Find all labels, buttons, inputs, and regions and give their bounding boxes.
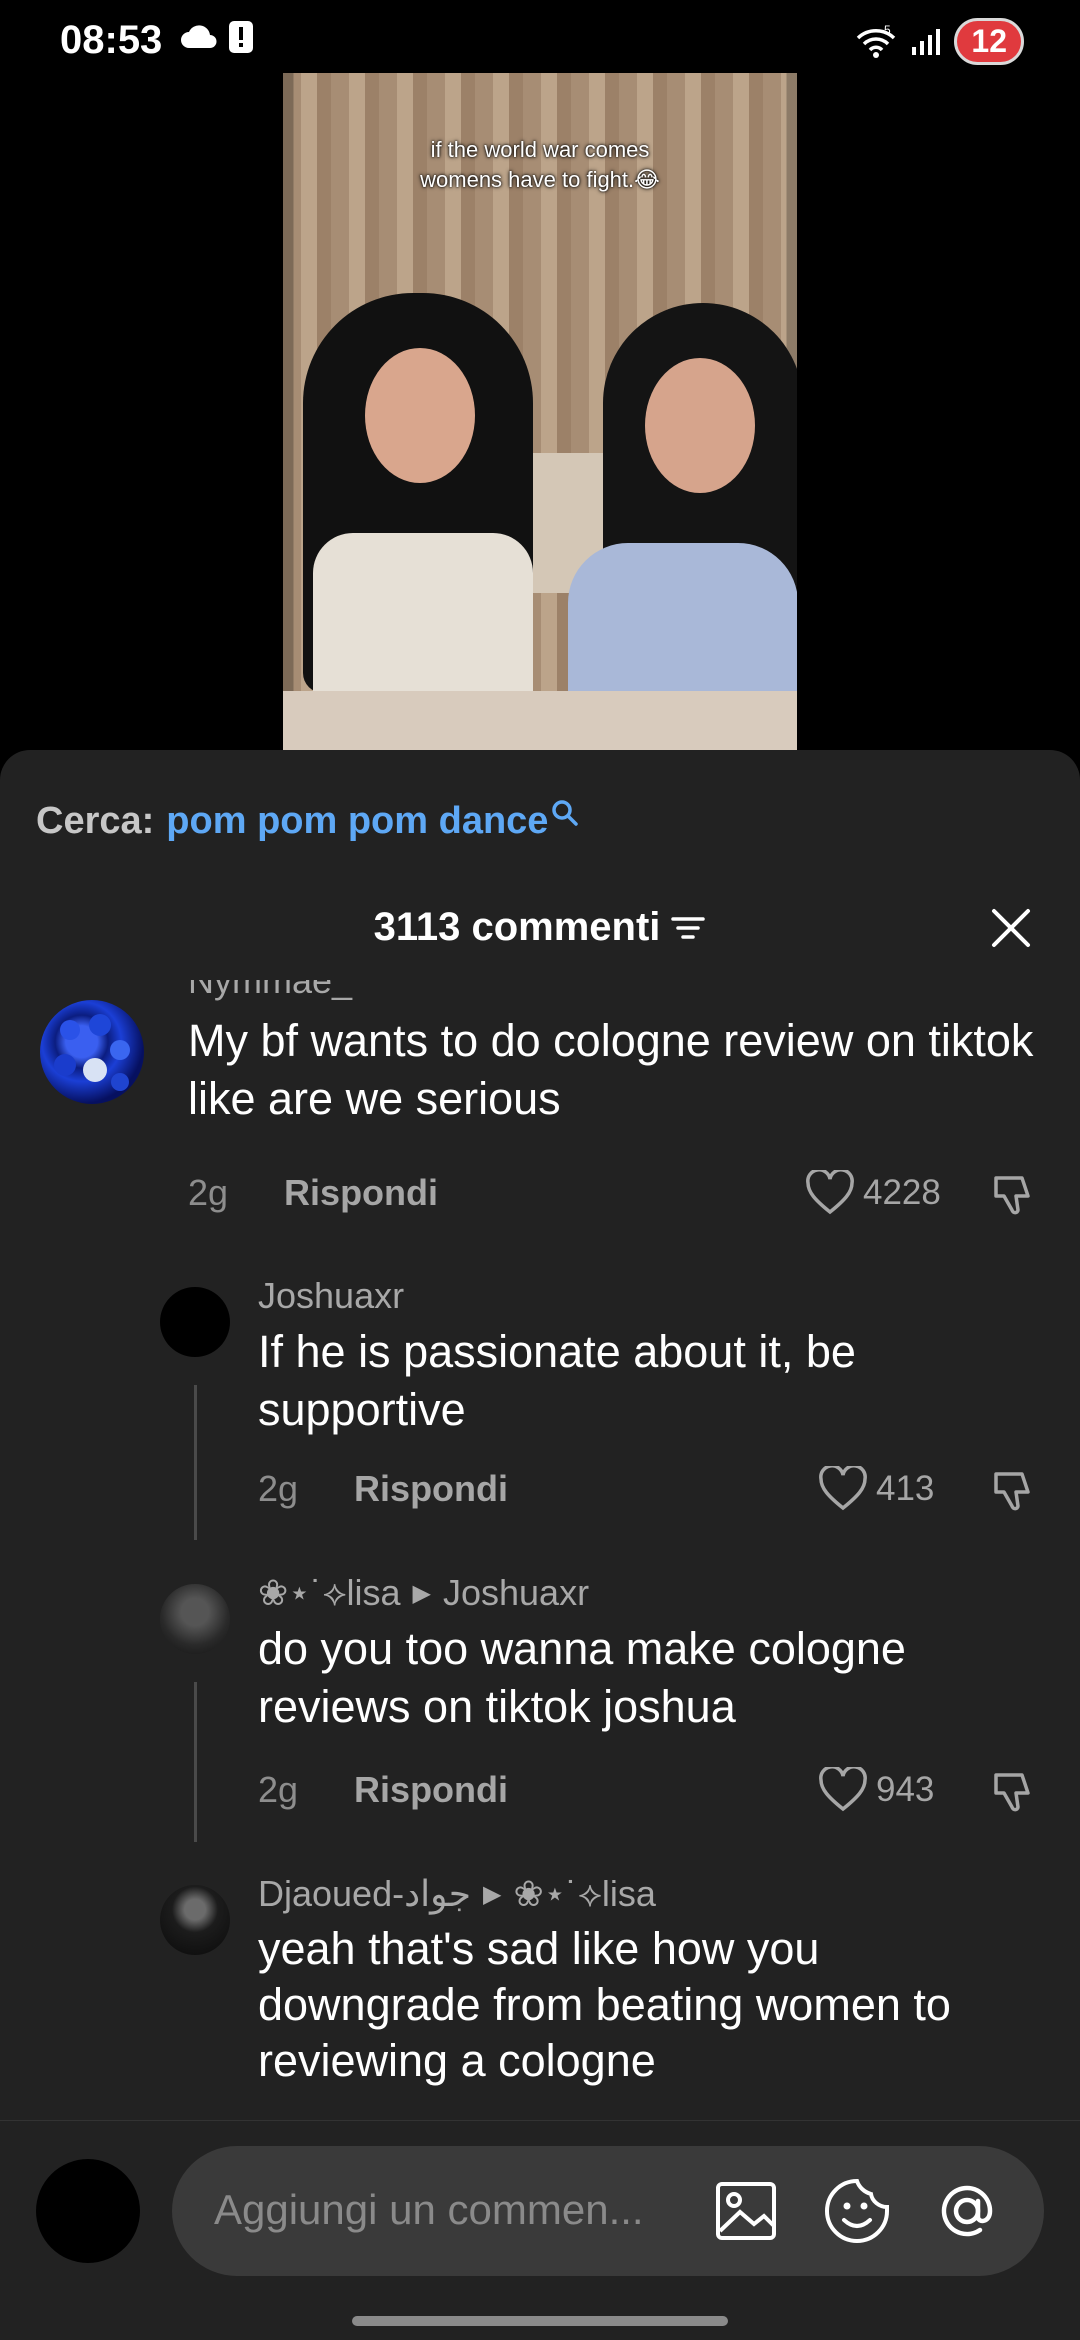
avatar[interactable] [160,1885,230,1955]
comment-username[interactable]: ❀⋆˙⟡lisa ▶ Joshuaxr [258,1572,589,1615]
avatar[interactable] [40,1000,144,1104]
heart-icon [806,1170,854,1215]
reply-target[interactable]: ❀⋆˙⟡lisa [513,1873,656,1914]
comment-reply-item: ❀⋆˙⟡lisa ▶ Joshuaxr do you too wanna make … [0,1572,1080,1862]
thumbs-down-icon[interactable] [990,1466,1038,1514]
comment-text: do you too wanna make cologne reviews on… [258,1623,906,1732]
battery-indicator: 12 [954,18,1024,65]
comment-author[interactable]: ❀⋆˙⟡lisa [258,1572,401,1613]
comment-username[interactable]: Joshuaxr [258,1275,404,1317]
reply-arrow-icon: ▶ [482,1881,502,1908]
sort-icon [671,916,706,939]
comment-reply-item: Joshuaxr If he is passionate about it, b… [0,1275,1080,1565]
thumbs-down-icon[interactable] [990,1170,1038,1218]
status-left-icons [180,20,254,54]
comment-username[interactable]: Nymmae_ [188,980,352,1002]
comment-input[interactable]: Aggiungi un commen... [172,2146,1044,2276]
video-person-left-face [365,348,475,483]
close-icon[interactable] [986,903,1036,953]
svg-text:5: 5 [884,24,891,37]
home-indicator[interactable] [352,2316,728,2326]
video-caption-line1: if the world war comes [430,137,650,162]
comment-meta: 2g Rispondi [258,1769,508,1811]
status-right-icons: 5 12 [854,18,1024,65]
comment-item: Nymmae_ My bf wants to do cologne review… [0,980,1080,1240]
comment-age: 2g [188,1172,229,1213]
heart-icon [819,1466,867,1511]
video-caption: if the world war comes womens have to fi… [283,135,797,195]
comment-username[interactable]: Djaoued-جواد ▶ ❀⋆˙⟡lisa [258,1873,656,1916]
comment-text: My bf wants to do cologne review on tikt… [188,1015,1034,1124]
heart-icon [819,1767,867,1812]
search-suggestion[interactable]: Cerca: pom pom pom dance [36,799,580,843]
comment-reply-item: Djaoued-جواد ▶ ❀⋆˙⟡lisa yeah that's sad li… [0,1873,1080,2103]
search-query[interactable]: pom pom pom dance [166,800,548,843]
reply-button[interactable]: Rispondi [284,1172,438,1214]
comment-age: 2g [258,1468,299,1509]
avatar-roses-image [54,1014,130,1091]
image-icon[interactable] [712,2176,782,2246]
thread-line [194,1682,197,1842]
comment-text: yeah that's sad like how you downgrade f… [258,1923,951,2086]
comment-age: 2g [258,1769,299,1810]
like-button[interactable]: 943 [818,1767,934,1813]
my-avatar[interactable] [36,2159,140,2263]
avatar[interactable] [160,1584,230,1654]
thread-line [194,1385,197,1540]
reply-button[interactable]: Rispondi [354,1769,508,1811]
comment-author[interactable]: Djaoued-جواد [258,1873,471,1914]
emoji-icon[interactable] [822,2176,892,2246]
video-player[interactable]: if the world war comes womens have to fi… [283,73,797,751]
comment-text: If he is passionate about it, be support… [258,1326,856,1435]
wifi-icon: 5 [857,24,896,58]
status-time: 08:53 [60,18,163,62]
comment-meta: 2g Rispondi [188,1172,438,1214]
comment-input-placeholder: Aggiungi un commen... [214,2186,644,2233]
status-bar: 08:53 5 12 [0,0,1080,80]
reply-button[interactable]: Rispondi [354,1468,508,1510]
search-icon [552,799,579,826]
avatar[interactable] [160,1287,230,1357]
reply-target[interactable]: Joshuaxr [443,1572,589,1613]
comments-count: 3113 commenti [373,905,661,949]
signal-icon [912,28,941,55]
like-count: 943 [876,1770,935,1809]
search-prefix: Cerca: [36,800,155,842]
thumbs-down-icon[interactable] [990,1767,1038,1815]
reply-arrow-icon: ▶ [412,1580,431,1607]
comments-header: 3113 commenti [0,905,1080,965]
video-caption-line2: womens have to fight.😂 [420,167,660,192]
like-count: 413 [876,1469,935,1508]
video-person-right-face [645,358,755,493]
like-button[interactable]: 413 [818,1466,934,1512]
like-button[interactable]: 4228 [805,1170,941,1216]
comment-composer: Aggiungi un commen... [0,2120,1080,2340]
comments-list[interactable]: Nymmae_ My bf wants to do cologne review… [0,980,1080,2120]
comments-count-button[interactable]: 3113 commenti [374,905,707,950]
comment-meta: 2g Rispondi [258,1468,508,1510]
alert-icon [229,21,253,53]
comments-sheet: Cerca: pom pom pom dance 3113 commenti N… [0,750,1080,2340]
mention-icon[interactable] [932,2176,1002,2246]
cloud-icon [181,25,217,48]
like-count: 4228 [863,1173,941,1212]
video-floor [283,691,797,751]
